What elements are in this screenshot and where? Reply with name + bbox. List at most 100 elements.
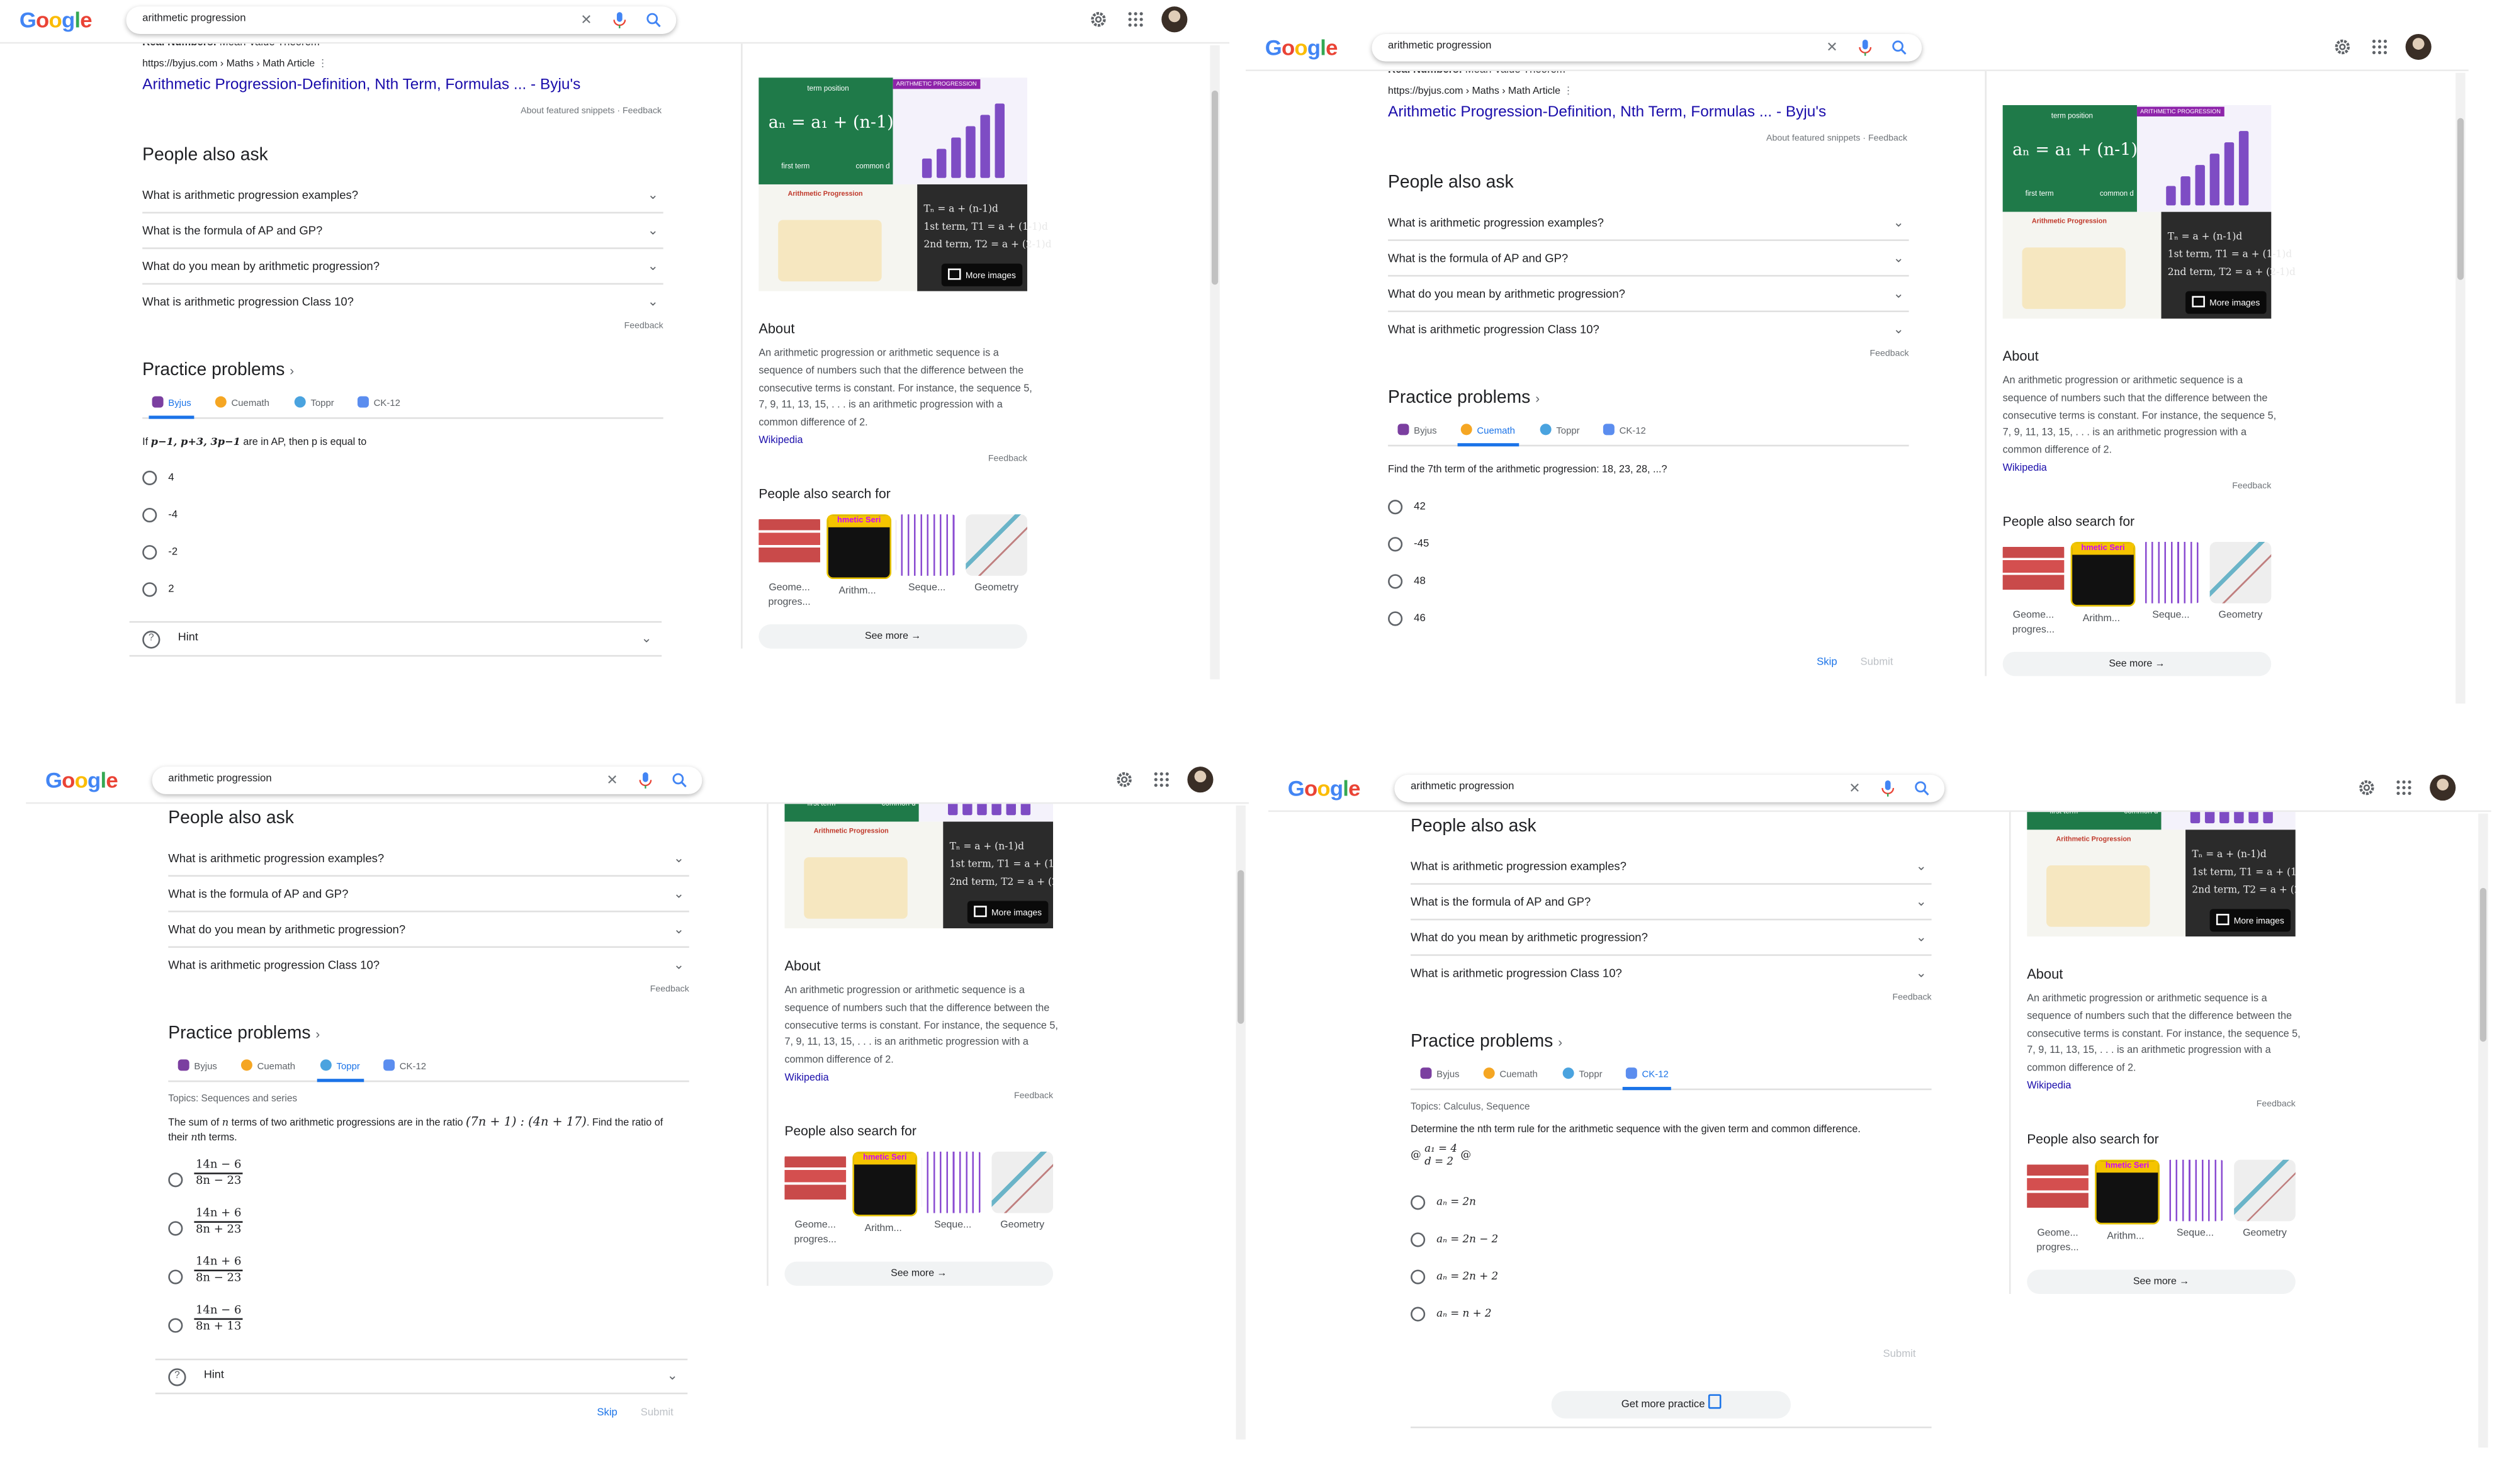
hint-toggle[interactable]: ? Hint ⌄: [129, 621, 662, 657]
clear-icon[interactable]: ✕: [606, 772, 617, 789]
pasf-item[interactable]: Geometry: [966, 514, 1027, 595]
see-more-button[interactable]: See more →: [758, 624, 1027, 649]
radio-button[interactable]: [1388, 611, 1403, 626]
paa-item[interactable]: What is arithmetic progression examples?…: [1411, 849, 1932, 885]
search-input[interactable]: arithmetic progression: [142, 13, 245, 25]
feedback-link[interactable]: Feedback: [1411, 993, 1931, 1003]
apps-grid-icon[interactable]: [1127, 11, 1144, 28]
notes-image[interactable]: Arithmetic Progression: [2002, 211, 2162, 319]
see-more-button[interactable]: See more →: [2002, 651, 2272, 676]
answer-option[interactable]: 14n + 6 8n − 23: [168, 1252, 702, 1300]
tab-cuemath[interactable]: Cuemath: [1457, 424, 1518, 447]
answer-option[interactable]: 48: [1388, 563, 1922, 600]
radio-button[interactable]: [168, 1172, 183, 1188]
pasf-item[interactable]: Geome... progres...: [2002, 541, 2065, 637]
account-avatar[interactable]: [1187, 767, 1214, 793]
submit-button[interactable]: Submit: [641, 1407, 674, 1419]
radio-button[interactable]: [1411, 1307, 1426, 1322]
chalkboard-image[interactable]: Tₙ = a + (n-1)d1st term, T1 = a + (1-1)d…: [2161, 211, 2296, 319]
submit-button[interactable]: Submit: [1861, 656, 1893, 668]
formula-image[interactable]: first term common d: [784, 802, 919, 822]
wikipedia-link[interactable]: Wikipedia: [784, 1072, 828, 1084]
tab-byjus[interactable]: Byjus: [1397, 424, 1437, 437]
radio-button[interactable]: [142, 582, 157, 597]
search-box[interactable]: arithmetic progression ✕: [152, 767, 702, 794]
search-icon[interactable]: [672, 772, 688, 789]
notes-image[interactable]: Arithmetic Progression: [2027, 829, 2186, 937]
tab-ck12[interactable]: CK-12: [357, 396, 400, 409]
see-more-button[interactable]: See more →: [784, 1261, 1054, 1286]
feedback-link[interactable]: Feedback: [2003, 481, 2271, 491]
result-url[interactable]: https://byjus.com › Maths › Math Article…: [142, 59, 676, 70]
radio-button[interactable]: [1388, 500, 1403, 515]
answer-option[interactable]: 14n − 6 8n + 13: [168, 1300, 702, 1349]
radio-button[interactable]: [1411, 1195, 1426, 1210]
feedback-link[interactable]: Feedback: [1868, 134, 1907, 143]
paa-item[interactable]: What is arithmetic progression Class 10?…: [1411, 956, 1932, 990]
google-logo[interactable]: Google: [20, 8, 93, 33]
bars-image[interactable]: [918, 802, 1054, 822]
paa-item[interactable]: What is arithmetic progression Class 10?…: [142, 284, 663, 318]
google-logo[interactable]: Google: [1265, 36, 1338, 60]
feedback-link[interactable]: Feedback: [784, 1091, 1053, 1101]
skip-button[interactable]: Skip: [1817, 656, 1837, 668]
pasf-item[interactable]: Geome... progres...: [758, 514, 820, 610]
paa-item[interactable]: What do you mean by arithmetic progressi…: [168, 912, 689, 948]
settings-gear-icon[interactable]: [1115, 770, 1134, 789]
search-icon[interactable]: [1891, 39, 1907, 57]
microphone-icon[interactable]: [1880, 780, 1896, 797]
wikipedia-link[interactable]: Wikipedia: [2027, 1081, 2071, 1092]
search-input[interactable]: arithmetic progression: [1411, 781, 1514, 792]
tab-toppr[interactable]: Toppr: [294, 396, 334, 409]
answer-option[interactable]: aₙ = 2n + 2: [1411, 1258, 1944, 1295]
more-images-button[interactable]: More images: [967, 901, 1049, 924]
answer-option[interactable]: 46: [1388, 600, 1922, 637]
feedback-link[interactable]: Feedback: [168, 985, 689, 994]
pasf-item[interactable]: Geome... progres...: [2027, 1159, 2089, 1255]
practice-title[interactable]: Practice problems ›: [1411, 1032, 1944, 1052]
chalkboard-image[interactable]: Tₙ = a + (n-1)d1st term, T1 = a + (1-1)d…: [2185, 829, 2296, 937]
radio-button[interactable]: [142, 545, 157, 560]
wikipedia-link[interactable]: Wikipedia: [2003, 463, 2047, 474]
paa-item[interactable]: What is the formula of AP and GP? ⌄: [1411, 885, 1932, 921]
tab-toppr[interactable]: Toppr: [1562, 1067, 1603, 1081]
search-box[interactable]: arithmetic progression ✕: [1372, 33, 1922, 62]
tab-ck12[interactable]: CK-12: [383, 1059, 426, 1072]
tab-cuemath[interactable]: Cuemath: [215, 396, 269, 409]
search-icon[interactable]: [1914, 780, 1930, 797]
image-collage[interactable]: term position aₙ = a₁ + (n-1) d first term…: [2002, 105, 2296, 319]
scrollbar[interactable]: [2455, 72, 2466, 704]
chalkboard-image[interactable]: Tₙ = a + (n-1)d1st term, T1 = a + (1-1)d…: [917, 184, 1052, 291]
answer-option[interactable]: 2: [142, 571, 676, 608]
tab-ck12[interactable]: CK-12: [1622, 1067, 1673, 1091]
result-url[interactable]: https://byjus.com › Maths › Math Article…: [1388, 86, 1922, 97]
tab-ck12[interactable]: CK-12: [1603, 424, 1646, 437]
pasf-item[interactable]: hmetic Seri Arithm...: [826, 514, 892, 599]
paa-item[interactable]: What is arithmetic progression examples?…: [1388, 205, 1909, 241]
answer-option[interactable]: 42: [1388, 488, 1922, 526]
answer-option[interactable]: aₙ = n + 2: [1411, 1296, 1944, 1333]
pasf-item[interactable]: hmetic Seri Arithm...: [2095, 1159, 2160, 1244]
radio-button[interactable]: [1388, 537, 1403, 552]
more-images-button[interactable]: More images: [2209, 909, 2291, 932]
pasf-item[interactable]: Geometry: [991, 1151, 1054, 1232]
account-avatar[interactable]: [2430, 775, 2456, 801]
paa-item[interactable]: What do you mean by arithmetic progressi…: [1388, 276, 1909, 313]
practice-title[interactable]: Practice problems ›: [1388, 388, 1922, 408]
answer-option[interactable]: 14n + 6 8n + 23: [168, 1203, 702, 1252]
google-logo[interactable]: Google: [45, 768, 118, 793]
account-avatar[interactable]: [1161, 6, 1188, 33]
skip-button[interactable]: Skip: [597, 1407, 617, 1419]
account-avatar[interactable]: [2405, 33, 2432, 60]
feedback-link[interactable]: Feedback: [2027, 1099, 2296, 1109]
result-title-link[interactable]: Arithmetic Progression-Definition, Nth T…: [142, 76, 676, 94]
see-more-button[interactable]: See more →: [2027, 1269, 2296, 1294]
tab-cuemath[interactable]: Cuemath: [240, 1059, 295, 1072]
search-box[interactable]: arithmetic progression ✕: [1394, 775, 1945, 802]
radio-button[interactable]: [1388, 574, 1403, 589]
clear-icon[interactable]: ✕: [1849, 780, 1860, 797]
more-images-button[interactable]: More images: [941, 263, 1023, 286]
settings-gear-icon[interactable]: [1089, 9, 1108, 29]
feedback-link[interactable]: Feedback: [758, 454, 1027, 464]
bars-image[interactable]: ARITHMETIC PROGRESSION: [893, 77, 1027, 184]
